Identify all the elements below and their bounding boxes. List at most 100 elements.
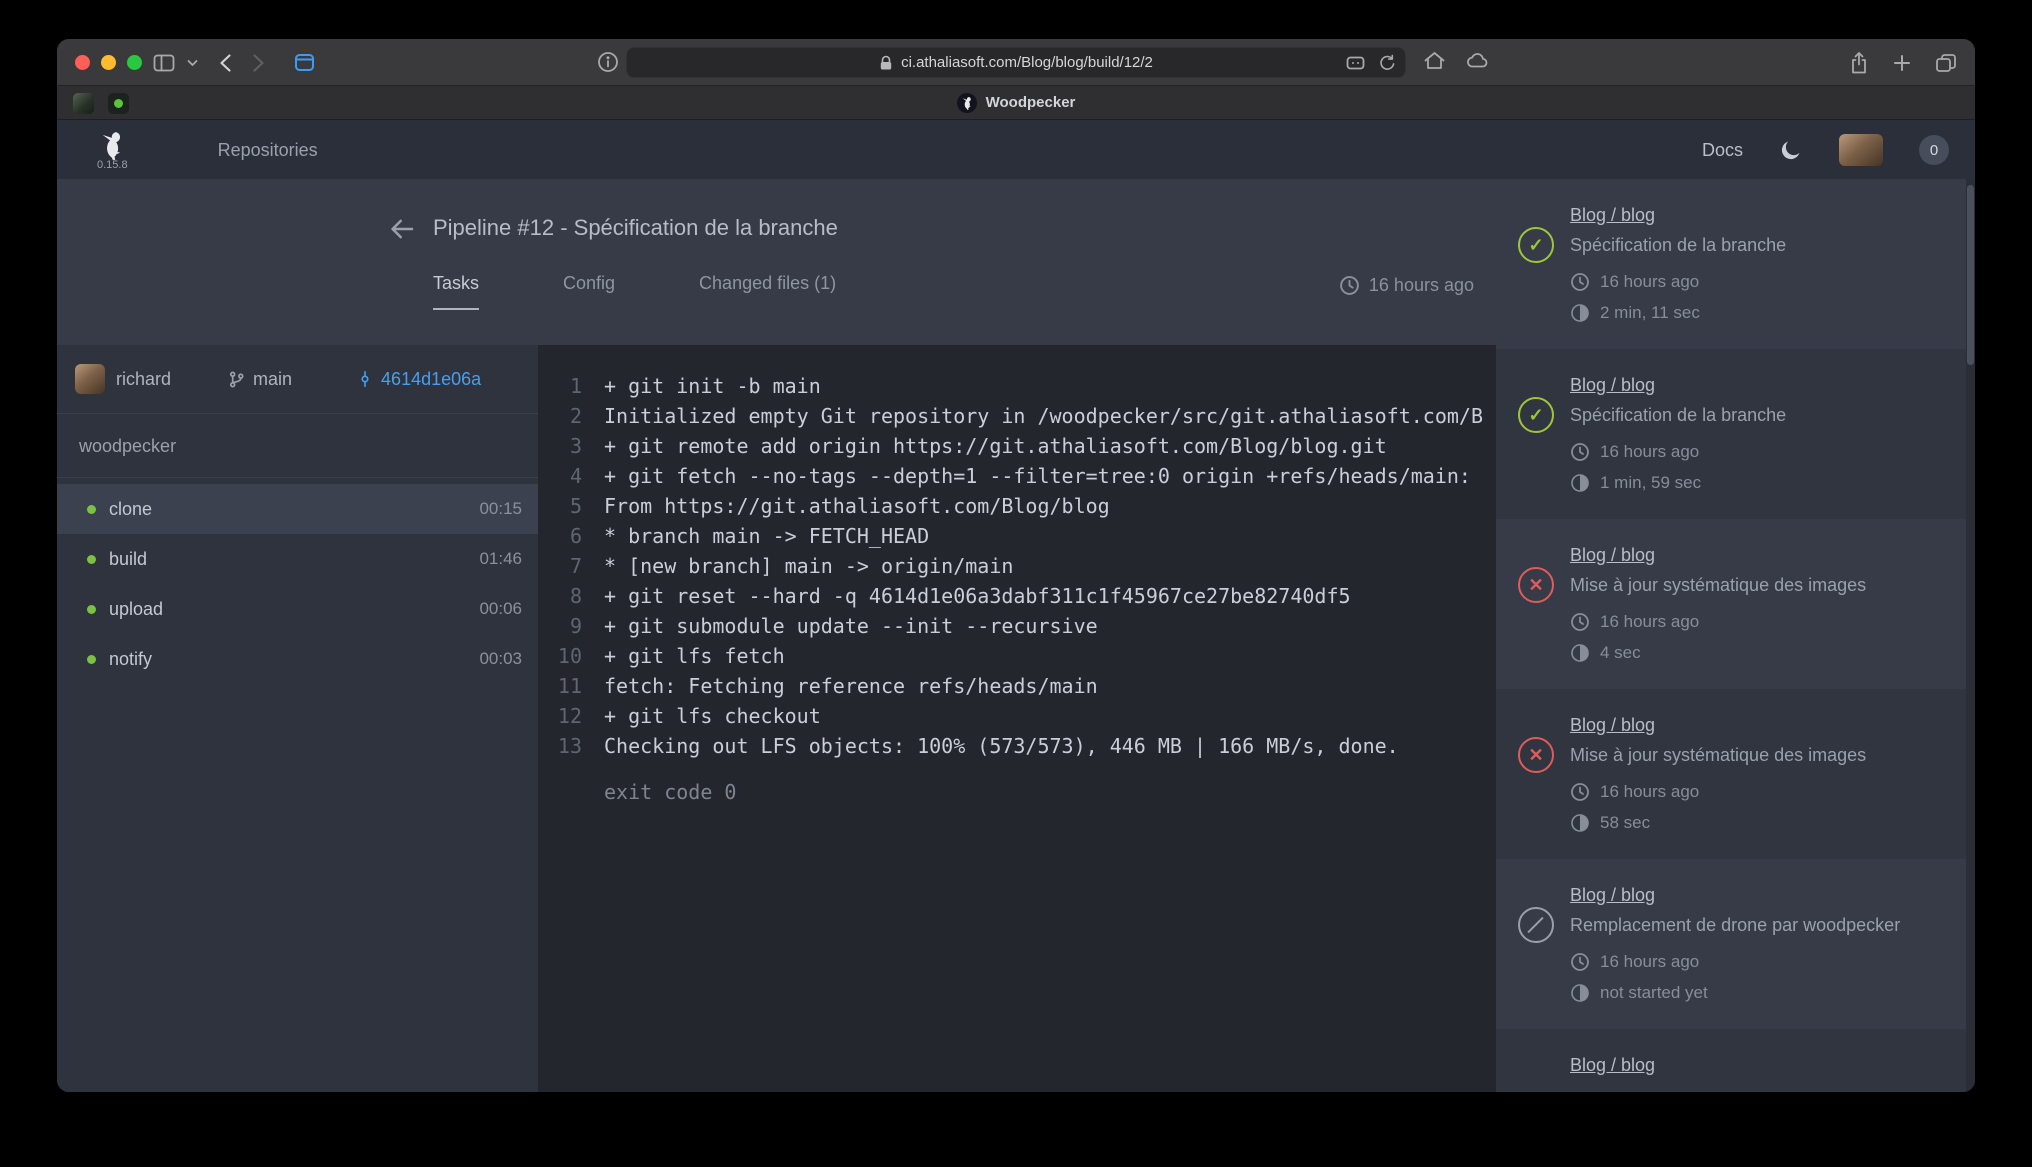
build-title: Spécification de la branche — [1570, 235, 1949, 256]
step-name: upload — [109, 599, 163, 620]
build-info: Blog / blog Spécification de la branche … — [1570, 375, 1949, 493]
dark-mode-toggle-icon[interactable] — [1779, 138, 1803, 162]
commit-hash: 4614d1e06a — [381, 369, 481, 390]
log-panel: 1+ git init -b main 2Initialized empty G… — [538, 345, 1496, 1092]
tab-overview-icon[interactable] — [1935, 53, 1957, 73]
status-failure-icon: ✕ — [1518, 737, 1554, 773]
repo-link[interactable]: Blog / blog — [1570, 715, 1655, 736]
step-notify[interactable]: notify 00:03 — [57, 634, 538, 684]
repo-link[interactable]: Blog / blog — [1570, 205, 1655, 226]
ago-text: 16 hours ago — [1600, 782, 1699, 802]
window-controls — [75, 39, 142, 86]
woodpecker-logo[interactable]: 0.15.8 — [97, 130, 128, 171]
sidebar-scrollbar[interactable] — [1966, 179, 1975, 1092]
duration-icon — [1570, 983, 1590, 1003]
build-list-item[interactable]: ✕ Blog / blog Mise à jour systématique d… — [1496, 689, 1975, 859]
share-icon[interactable] — [1849, 51, 1869, 75]
zoom-button[interactable] — [127, 55, 142, 70]
repo-link[interactable]: Blog / blog — [1570, 1055, 1655, 1076]
home-icon[interactable] — [1423, 50, 1446, 72]
build-info: Blog / blog — [1570, 1055, 1949, 1092]
build-list-item[interactable]: Blog / blog — [1496, 1029, 1975, 1092]
tab-changed-files[interactable]: Changed files (1) — [699, 273, 836, 310]
reload-icon[interactable] — [1377, 54, 1395, 72]
tab-tasks[interactable]: Tasks — [433, 273, 479, 310]
steps-list: clone 00:15 build 01:46 — [57, 478, 538, 684]
pipeline-title: Pipeline #12 - Spécification de la branc… — [433, 215, 838, 241]
back-arrow-icon[interactable] — [387, 214, 417, 244]
build-list-item[interactable]: ✓ Blog / blog Spécification de la branch… — [1496, 349, 1975, 519]
content-blocker-badge-icon[interactable] — [1346, 56, 1365, 70]
build-duration: 1 min, 59 sec — [1570, 473, 1949, 493]
log-line: 11fetch: Fetching reference refs/heads/m… — [550, 671, 1496, 701]
log-line: 4+ git fetch --no-tags --depth=1 --filte… — [550, 461, 1496, 491]
build-list-item[interactable]: Blog / blog Remplacement de drone par wo… — [1496, 859, 1975, 1029]
notification-badge[interactable]: 0 — [1919, 135, 1949, 165]
log-line: 5From https://git.athaliasoft.com/Blog/b… — [550, 491, 1496, 521]
step-duration: 01:46 — [479, 549, 522, 569]
page-info-icon[interactable] — [597, 51, 619, 73]
status-icon — [1518, 1077, 1554, 1092]
active-tab[interactable]: Woodpecker — [957, 93, 1076, 113]
step-duration: 00:15 — [479, 499, 522, 519]
toolbar-nav-cluster — [153, 39, 315, 86]
chevron-down-icon[interactable] — [187, 59, 198, 67]
forward-button-icon[interactable] — [252, 53, 266, 73]
branch-name: main — [253, 369, 292, 390]
step-status-dot — [87, 655, 96, 664]
status-skipped-icon — [1518, 907, 1554, 943]
sidebar-toggle-icon[interactable] — [153, 53, 175, 73]
step-duration: 00:03 — [479, 649, 522, 669]
user-avatar[interactable] — [1839, 134, 1883, 166]
app-navbar: 0.15.8 Repositories Docs 0 — [57, 121, 1975, 179]
repo-link[interactable]: Blog / blog — [1570, 885, 1655, 906]
step-name: clone — [109, 499, 152, 520]
pinned-tab-favicon-1[interactable] — [73, 93, 94, 114]
step-upload[interactable]: upload 00:06 — [57, 584, 538, 634]
build-info: Blog / blog Mise à jour systématique des… — [1570, 715, 1949, 833]
duration-text: 1 min, 59 sec — [1600, 473, 1701, 493]
pinned-tab-favicon-2[interactable] — [108, 93, 129, 114]
scrollbar-thumb[interactable] — [1967, 185, 1974, 365]
branch-info[interactable]: main — [227, 369, 292, 390]
tab-config[interactable]: Config — [563, 273, 615, 310]
git-commit-icon — [356, 369, 374, 389]
repo-link[interactable]: Blog / blog — [1570, 375, 1655, 396]
duration-icon — [1570, 643, 1590, 663]
nav-docs-link[interactable]: Docs — [1702, 140, 1743, 161]
workflow-name: woodpecker — [57, 414, 538, 478]
back-button-icon[interactable] — [218, 53, 232, 73]
build-list-item[interactable]: ✕ Blog / blog Mise à jour systématique d… — [1496, 519, 1975, 689]
log-line: 1+ git init -b main — [550, 371, 1496, 401]
step-build[interactable]: build 01:46 — [57, 534, 538, 584]
icloud-tabs-icon[interactable] — [1465, 51, 1489, 69]
build-list-item[interactable]: ✓ Blog / blog Spécification de la branch… — [1496, 179, 1975, 349]
log-line: 8+ git reset --hard -q 4614d1e06a3dabf31… — [550, 581, 1496, 611]
status-failure-icon: ✕ — [1518, 567, 1554, 603]
duration-text: 2 min, 11 sec — [1600, 303, 1700, 323]
step-name: build — [109, 549, 147, 570]
lock-icon — [879, 55, 893, 71]
new-tab-icon[interactable] — [1893, 54, 1911, 72]
log-line: 3+ git remote add origin https://git.ath… — [550, 431, 1496, 461]
nav-repositories-link[interactable]: Repositories — [218, 140, 318, 161]
duration-text: not started yet — [1600, 983, 1708, 1003]
clock-icon — [1339, 275, 1360, 296]
status-success-icon: ✓ — [1518, 227, 1554, 263]
step-status-dot — [87, 605, 96, 614]
commit-link[interactable]: 4614d1e06a — [356, 369, 481, 390]
toolbar-right-cluster — [1849, 39, 1957, 86]
close-button[interactable] — [75, 55, 90, 70]
start-page-icon[interactable] — [294, 53, 315, 72]
commit-meta-row: richard main 4614d1e06a — [57, 345, 538, 414]
log-line: 6* branch main -> FETCH_HEAD — [550, 521, 1496, 551]
repo-link[interactable]: Blog / blog — [1570, 545, 1655, 566]
clock-icon — [1570, 272, 1590, 292]
clock-icon — [1570, 782, 1590, 802]
pipeline-header: Pipeline #12 - Spécification de la branc… — [57, 179, 1496, 345]
minimize-button[interactable] — [101, 55, 116, 70]
build-title: Mise à jour systématique des images — [1570, 575, 1949, 596]
build-title: Spécification de la branche — [1570, 405, 1949, 426]
address-bar[interactable]: ci.athaliasoft.com/Blog/blog/build/12/2 — [626, 47, 1406, 78]
step-clone[interactable]: clone 00:15 — [57, 484, 538, 534]
